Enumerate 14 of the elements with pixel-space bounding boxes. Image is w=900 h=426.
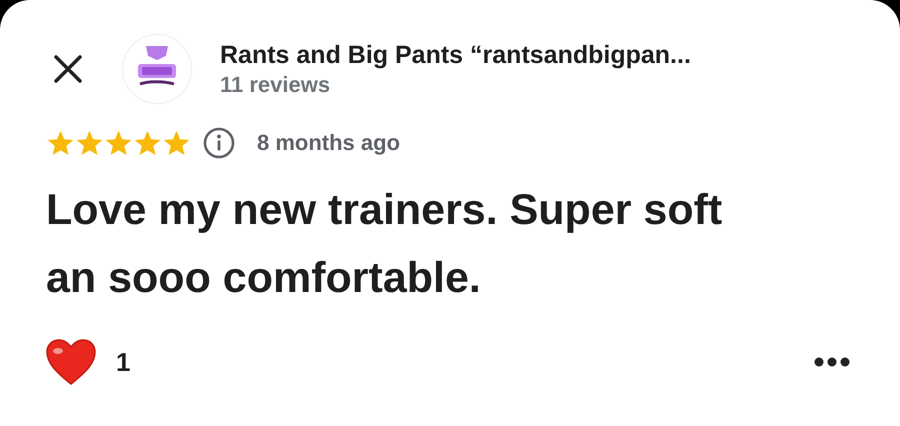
star-icon [75, 129, 104, 157]
star-icon [46, 129, 75, 157]
star-icon [162, 129, 191, 157]
star-icon [133, 129, 162, 157]
review-date: 8 months ago [257, 130, 400, 156]
business-name: Rants and Big Pants “rantsandbigpan... [220, 40, 691, 71]
review-text: Love my new trainers. Super soft an sooo comfortable. [46, 185, 724, 304]
close-icon [53, 54, 83, 84]
more-options-icon[interactable] [814, 357, 850, 367]
like-button[interactable]: 1 [46, 339, 130, 385]
star-icon [104, 129, 133, 157]
review-count: 11 reviews [220, 71, 332, 99]
heart-icon [46, 339, 96, 385]
info-icon[interactable] [203, 127, 235, 159]
